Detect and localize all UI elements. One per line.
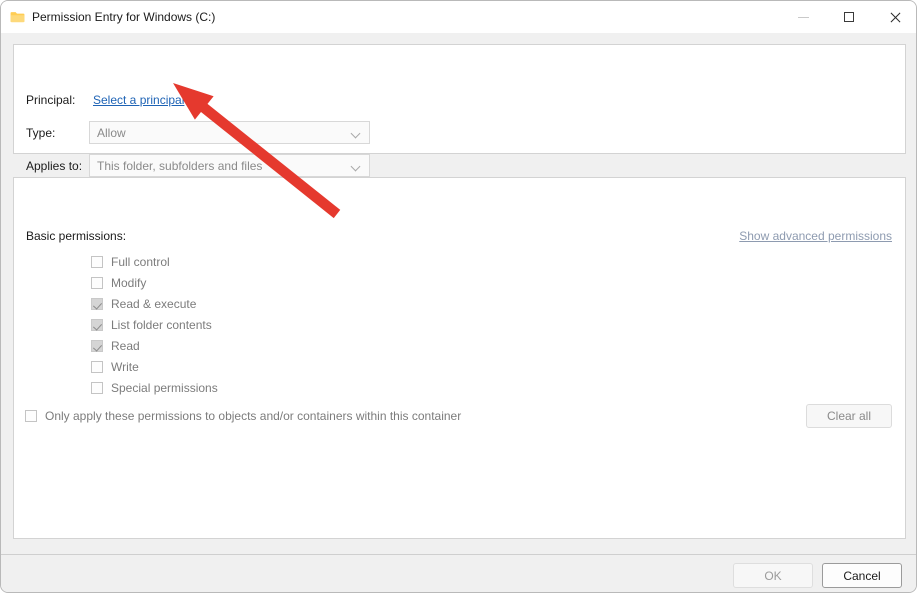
select-a-principal-link[interactable]: Select a principal	[93, 93, 184, 107]
type-label: Type:	[26, 126, 56, 140]
type-dropdown[interactable]: Allow	[89, 121, 370, 144]
title-bar: Permission Entry for Windows (C:)	[1, 1, 916, 34]
permission-label: Modify	[111, 275, 147, 290]
ok-button[interactable]: OK	[733, 563, 813, 588]
only-apply-checkbox[interactable]	[25, 410, 37, 422]
dialog-footer: OK Cancel	[1, 554, 916, 592]
permission-label: Write	[111, 360, 139, 375]
permission-row[interactable]: Read	[91, 335, 218, 356]
clear-all-button[interactable]: Clear all	[806, 404, 892, 428]
applies-to-dropdown[interactable]: This folder, subfolders and files	[89, 154, 370, 177]
window-title: Permission Entry for Windows (C:)	[32, 10, 216, 24]
permission-checkbox[interactable]	[91, 318, 103, 331]
folder-icon	[10, 12, 25, 23]
permission-row[interactable]: List folder contents	[91, 314, 218, 335]
type-dropdown-value: Allow	[97, 125, 126, 140]
permission-row[interactable]: Modify	[91, 272, 218, 293]
permission-label: Special permissions	[111, 381, 218, 396]
permission-row[interactable]: Write	[91, 356, 218, 377]
applies-to-dropdown-value: This folder, subfolders and files	[97, 158, 263, 173]
permission-checkbox[interactable]	[91, 255, 103, 268]
minimize-icon	[797, 16, 809, 18]
maximize-button[interactable]	[826, 1, 872, 33]
permission-checkbox[interactable]	[91, 382, 103, 395]
permission-label: Read	[111, 338, 140, 353]
permission-label: Full control	[111, 254, 170, 269]
permission-row[interactable]: Full control	[91, 251, 218, 272]
permission-row[interactable]: Read & execute	[91, 293, 218, 314]
permission-label: Read & execute	[111, 296, 197, 311]
maximize-icon	[844, 12, 854, 22]
permission-checkbox[interactable]	[91, 276, 103, 289]
chevron-down-icon	[352, 163, 360, 171]
basic-permissions-label: Basic permissions:	[26, 229, 127, 243]
principal-label: Principal:	[26, 93, 76, 107]
show-advanced-permissions-link[interactable]: Show advanced permissions	[739, 229, 892, 243]
permission-entry-dialog: Permission Entry for Windows (C:) Princi…	[0, 0, 917, 593]
only-apply-label: Only apply these permissions to objects …	[45, 409, 462, 423]
permission-checkbox[interactable]	[91, 339, 103, 352]
permissions-list: Full control Modify Read & execute List fol…	[91, 251, 218, 399]
only-apply-row[interactable]: Only apply these permissions to objects …	[25, 409, 461, 423]
permission-checkbox[interactable]	[91, 361, 103, 374]
cancel-button[interactable]: Cancel	[822, 563, 902, 588]
applies-to-label: Applies to:	[26, 159, 83, 173]
permission-label: List folder contents	[111, 317, 212, 332]
close-icon	[889, 11, 901, 23]
permission-row[interactable]: Special permissions	[91, 378, 218, 399]
close-button[interactable]	[872, 1, 916, 33]
dialog-body: Principal: Select a principal Type: Allo…	[1, 33, 916, 553]
chevron-down-icon	[352, 130, 360, 138]
permission-checkbox[interactable]	[91, 297, 103, 310]
minimize-button[interactable]	[780, 1, 826, 33]
